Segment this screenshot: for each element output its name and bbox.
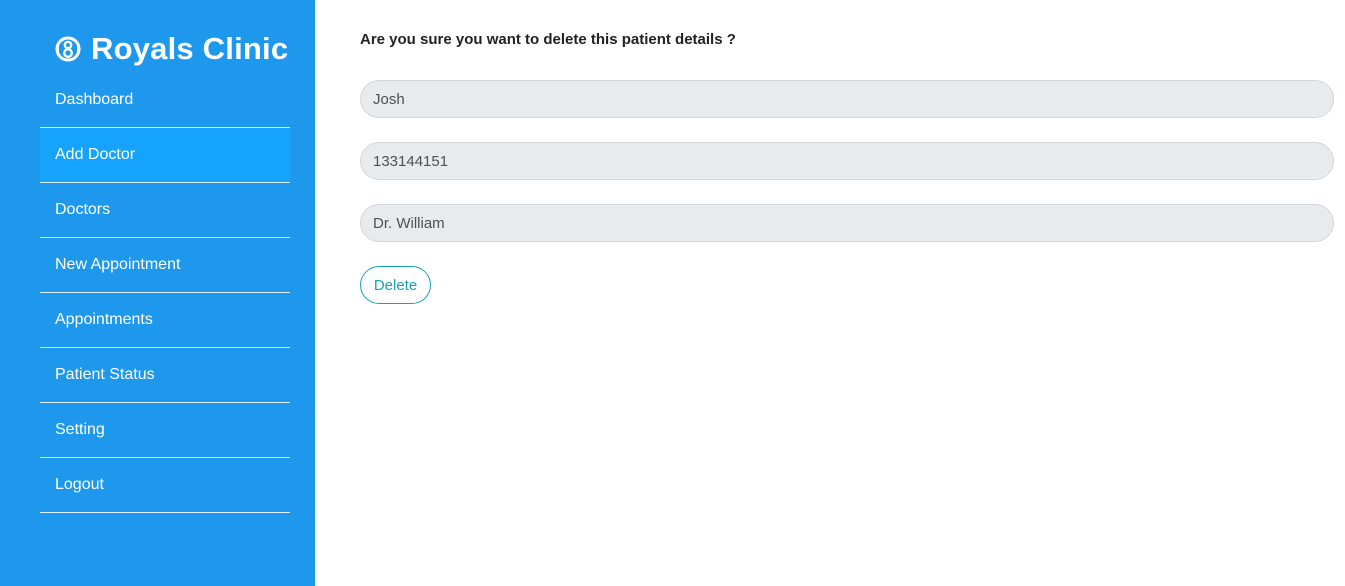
confirmation-question: Are you sure you want to delete this pat…	[360, 31, 736, 48]
sidebar-item-label: Patient Status	[55, 366, 155, 383]
sidebar-item-label: Appointments	[55, 311, 153, 328]
sidebar-item-label: Add Doctor	[55, 146, 136, 163]
sidebar-item-patient-status[interactable]: Patient Status	[40, 348, 290, 403]
patient-name-field[interactable]	[360, 80, 1334, 118]
sidebar-item-add-doctor[interactable]: Add Doctor	[40, 128, 290, 183]
patient-phone-field[interactable]	[360, 142, 1334, 180]
clinic-logo-icon	[53, 34, 83, 64]
brand[interactable]: Royals Clinic	[53, 30, 288, 68]
doctor-name-field[interactable]	[360, 204, 1334, 242]
sidebar-item-doctors[interactable]: Doctors	[40, 183, 290, 238]
app: Royals Clinic Dashboard Add Doctor Docto…	[0, 0, 1345, 586]
sidebar-item-dashboard[interactable]: Dashboard	[40, 73, 290, 128]
sidebar-nav: Dashboard Add Doctor Doctors New Appoint…	[40, 73, 290, 513]
sidebar-item-label: Setting	[55, 421, 105, 438]
sidebar-item-new-appointment[interactable]: New Appointment	[40, 238, 290, 293]
sidebar-item-label: Logout	[55, 476, 104, 493]
sidebar-item-label: Dashboard	[55, 91, 134, 108]
sidebar: Royals Clinic Dashboard Add Doctor Docto…	[0, 0, 315, 586]
sidebar-item-label: Doctors	[55, 201, 111, 218]
sidebar-item-logout[interactable]: Logout	[40, 458, 290, 513]
brand-title: Royals Clinic	[91, 31, 289, 66]
delete-button[interactable]: Delete	[360, 266, 431, 304]
sidebar-item-setting[interactable]: Setting	[40, 403, 290, 458]
sidebar-item-label: New Appointment	[55, 256, 181, 273]
sidebar-item-appointments[interactable]: Appointments	[40, 293, 290, 348]
